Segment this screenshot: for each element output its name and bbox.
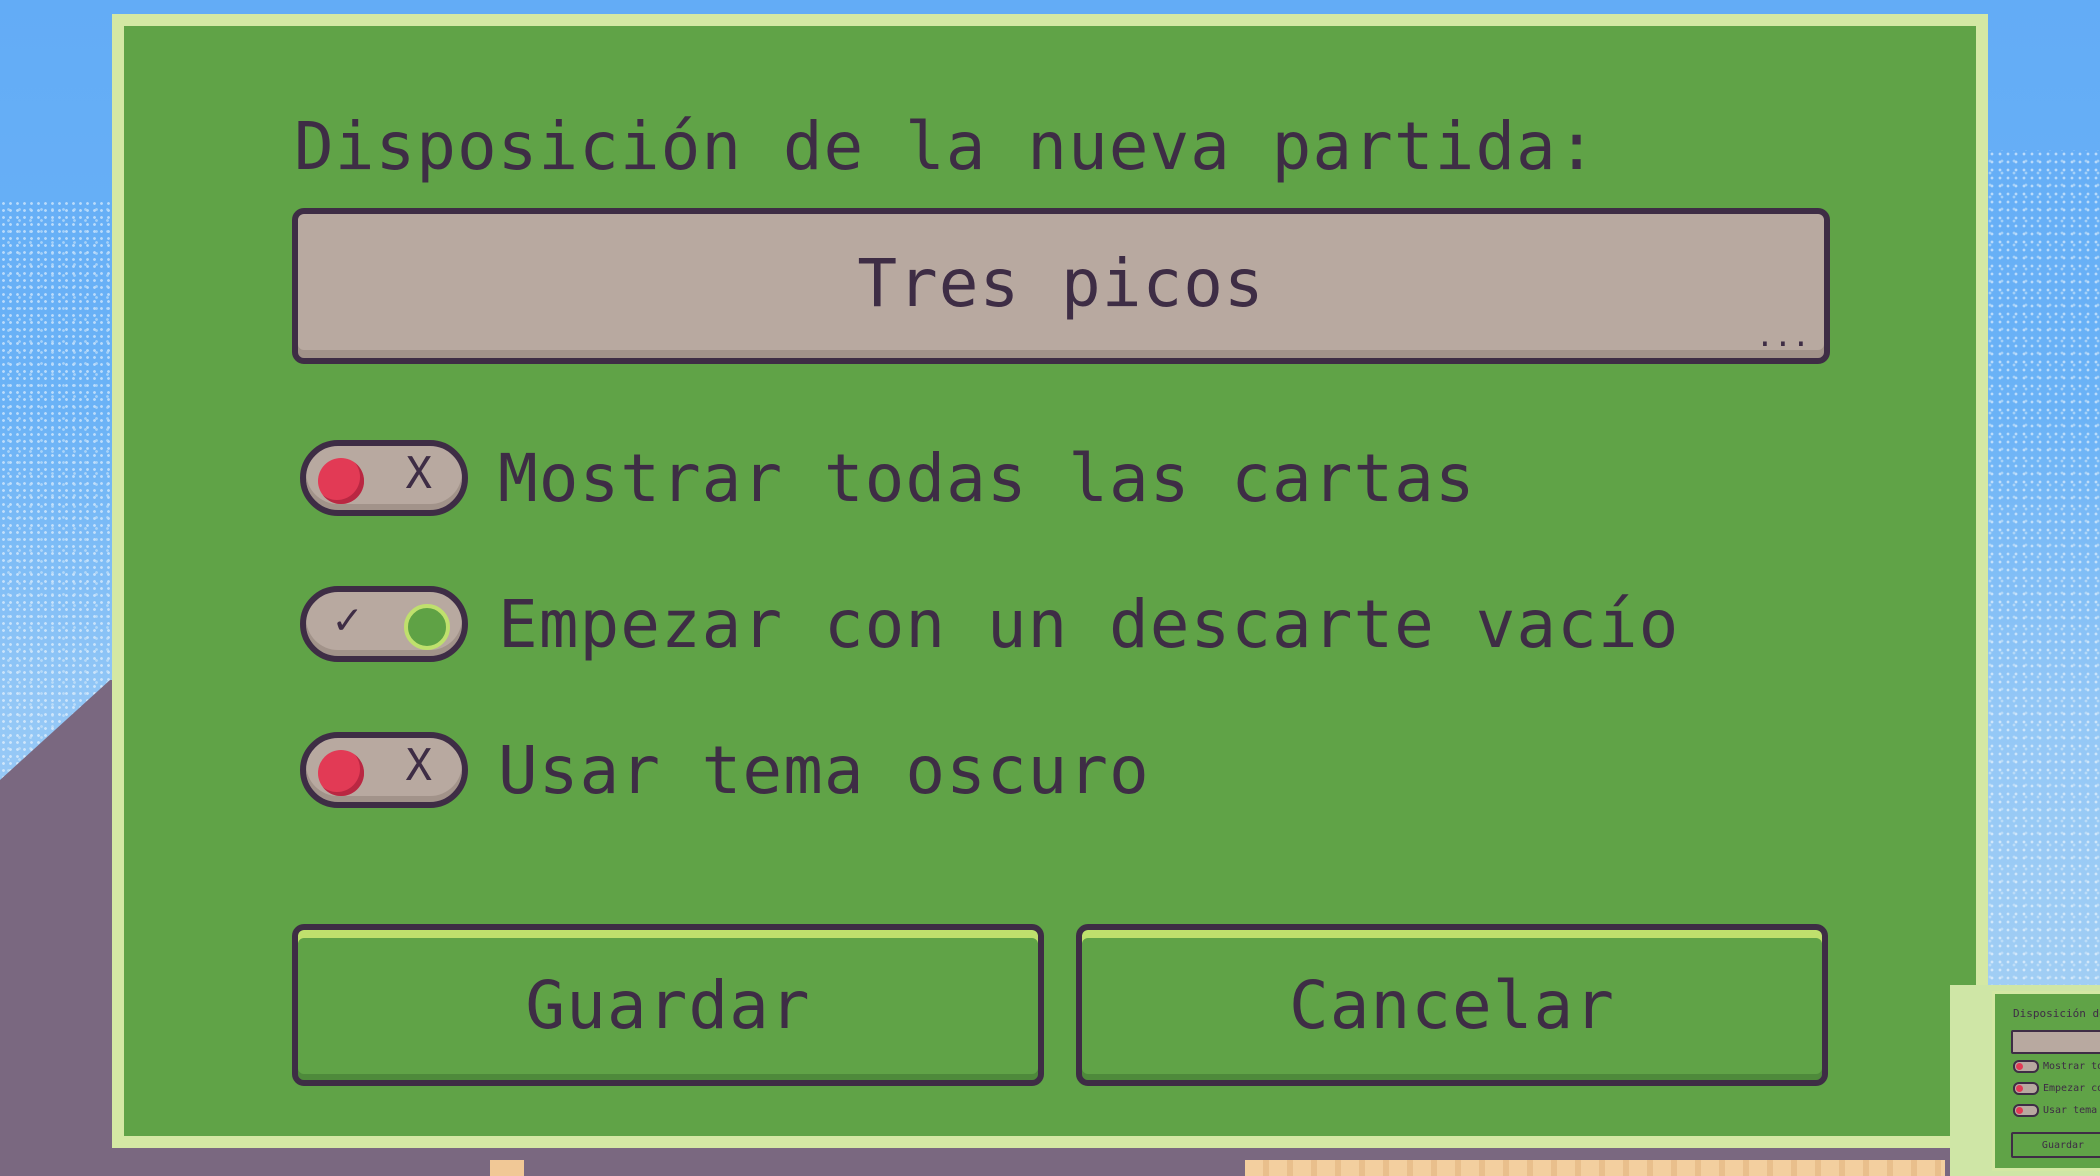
layout-select[interactable]: Tres picos ... bbox=[292, 208, 1830, 364]
cancel-button-label: Cancelar bbox=[1289, 966, 1615, 1044]
more-options-icon: ... bbox=[1755, 319, 1810, 354]
new-game-settings-dialog: Disposición de la nueva partida: Tres pi… bbox=[112, 14, 1988, 1148]
empty-discard-toggle[interactable]: ✓ bbox=[300, 586, 468, 662]
minimap-dialog: Disposición de la nueva partida: Mostrar… bbox=[1992, 991, 2100, 1171]
show-all-cards-toggle[interactable]: X bbox=[300, 440, 468, 516]
minimap-save-button: Guardar bbox=[2011, 1132, 2100, 1158]
minimap-toggle-icon bbox=[2013, 1082, 2039, 1095]
dialog-title: Disposición de la nueva partida: bbox=[294, 108, 1598, 185]
sky-dither-right bbox=[1980, 150, 2100, 1000]
check-icon: ✓ bbox=[334, 594, 361, 645]
minimap-option-2: Empezar con un descarte vacío bbox=[2013, 1082, 2100, 1095]
red-dot-icon bbox=[318, 750, 364, 796]
minimap-option-label: Usar tema oscuro bbox=[2043, 1105, 2100, 1116]
x-icon: X bbox=[405, 448, 433, 499]
show-all-cards-label: Mostrar todas las cartas bbox=[498, 439, 1476, 517]
minimap-preview: Disposición de la nueva partida: Mostrar… bbox=[1950, 985, 2100, 1176]
option-show-all-cards[interactable]: X Mostrar todas las cartas bbox=[300, 439, 1476, 517]
minimap-title: Disposición de la nueva partida: bbox=[2013, 1007, 2100, 1020]
sand-patch-right bbox=[1245, 1160, 1945, 1176]
x-icon: X bbox=[405, 740, 433, 791]
option-dark-theme[interactable]: X Usar tema oscuro bbox=[300, 731, 1150, 809]
dark-theme-label: Usar tema oscuro bbox=[498, 731, 1150, 809]
minimap-option-label: Empezar con un descarte vacío bbox=[2043, 1083, 2100, 1094]
minimap-toggle-icon bbox=[2013, 1104, 2039, 1117]
cancel-button[interactable]: Cancelar bbox=[1076, 924, 1828, 1086]
dark-theme-toggle[interactable]: X bbox=[300, 732, 468, 808]
red-dot-icon bbox=[318, 458, 364, 504]
save-button-label: Guardar bbox=[525, 966, 811, 1044]
option-empty-discard[interactable]: ✓ Empezar con un descarte vacío bbox=[300, 585, 1680, 663]
minimap-option-1: Mostrar todas las cartas bbox=[2013, 1060, 2100, 1073]
layout-select-value: Tres picos bbox=[857, 244, 1265, 322]
save-button[interactable]: Guardar bbox=[292, 924, 1044, 1086]
sand-patch-left bbox=[490, 1160, 524, 1176]
minimap-option-label: Mostrar todas las cartas bbox=[2043, 1061, 2100, 1072]
minimap-select bbox=[2011, 1030, 2100, 1054]
green-dot-icon bbox=[404, 604, 450, 650]
minimap-toggle-icon bbox=[2013, 1060, 2039, 1073]
empty-discard-label: Empezar con un descarte vacío bbox=[498, 585, 1680, 663]
minimap-option-3: Usar tema oscuro bbox=[2013, 1104, 2100, 1117]
